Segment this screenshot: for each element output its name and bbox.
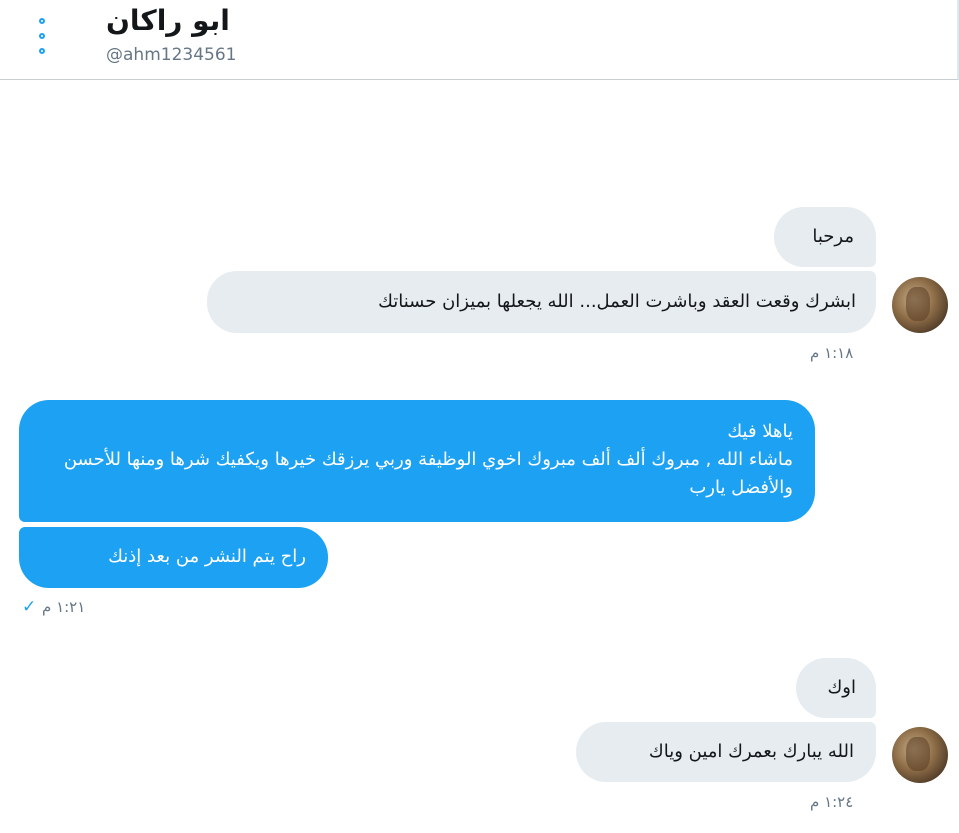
message-bubble-received[interactable]: الله يبارك بعمرك امين وياك xyxy=(576,722,876,782)
contact-name: ابو راكان xyxy=(106,4,230,37)
message-bubble-sent[interactable]: ياهلا فيك ماشاء الله , مبروك ألف ألف مبر… xyxy=(19,400,815,522)
more-options-icon[interactable] xyxy=(34,18,50,54)
message-bubble-received[interactable]: ابشرك وقعت العقد وباشرت العمل... الله يج… xyxy=(207,271,876,333)
conversation-header: ابو راكان @ahm1234561 xyxy=(0,0,959,80)
contact-avatar[interactable] xyxy=(892,277,948,333)
message-timestamp: ١:٢٤ م xyxy=(810,793,854,811)
message-timestamp: ١:١٨ م xyxy=(810,344,854,362)
sent-checkmark-icon: ✓ xyxy=(22,597,37,617)
contact-avatar[interactable] xyxy=(892,727,948,783)
message-bubble-received[interactable]: اوك xyxy=(796,658,876,718)
contact-handle: @ahm1234561 xyxy=(106,45,237,65)
message-bubble-received[interactable]: مرحبا xyxy=(774,207,876,267)
message-timestamp: ١:٢١ م xyxy=(42,598,86,616)
message-bubble-sent[interactable]: راح يتم النشر من بعد إذنك xyxy=(19,527,328,588)
